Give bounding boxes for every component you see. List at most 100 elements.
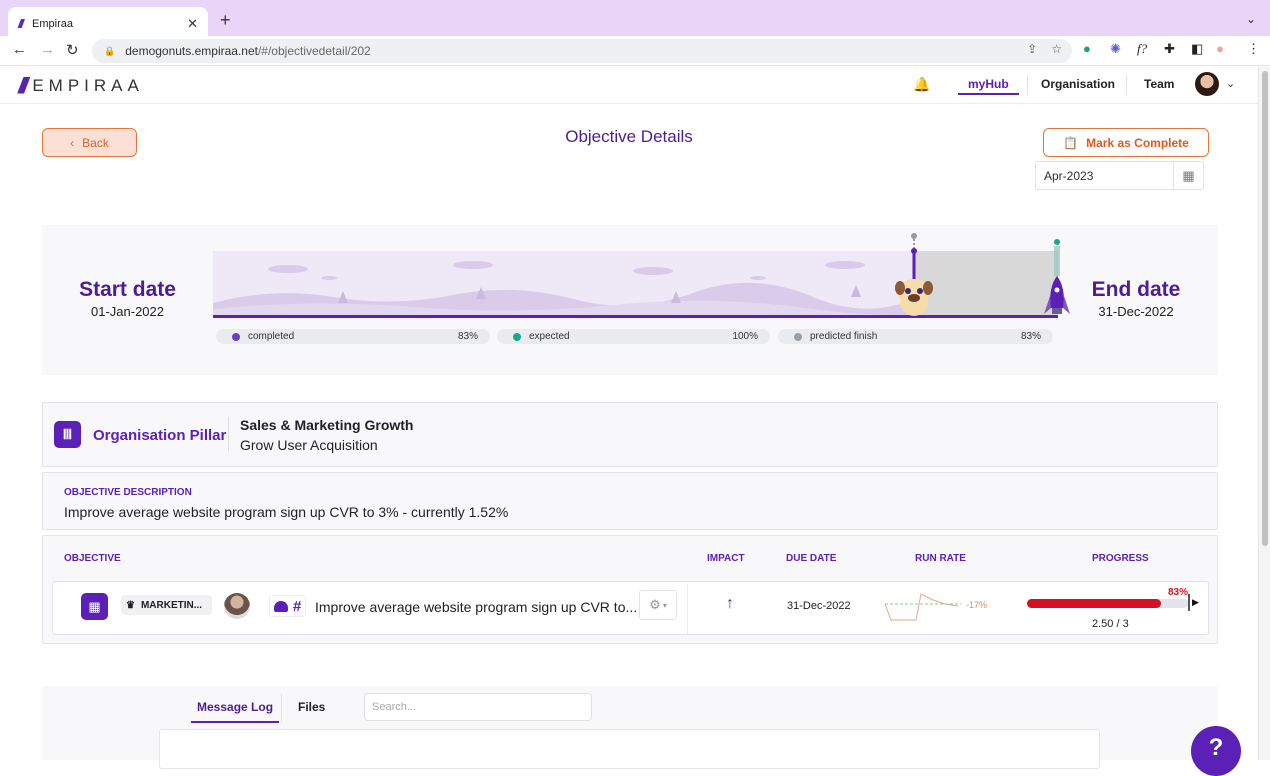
- nav-team[interactable]: Team: [1144, 77, 1174, 91]
- empiraa-logo[interactable]: /// EMPIRAA: [18, 73, 144, 99]
- run-rate-value: -17%: [966, 600, 988, 610]
- reload-icon[interactable]: ↻: [66, 41, 79, 59]
- period-value[interactable]: Apr-2023: [1036, 169, 1173, 183]
- predicted-dot-icon: [794, 332, 802, 341]
- table-row[interactable]: ▦ ♛ MARKETIN... # Improve average websit…: [52, 581, 1209, 635]
- team-name: MARKETIN...: [140, 599, 203, 611]
- nav-divider: [1027, 75, 1028, 95]
- close-tab-icon[interactable]: ✕: [187, 16, 198, 32]
- objective-type-badge: #: [269, 595, 307, 617]
- organisation-pillar-card: Ⅲ Organisation Pillar Sales & Marketing …: [42, 402, 1218, 467]
- gauge-icon: [274, 600, 288, 612]
- tab-message-log[interactable]: Message Log: [191, 700, 280, 723]
- nav-organisation[interactable]: Organisation: [1041, 77, 1115, 91]
- legend-label: completed: [248, 331, 295, 342]
- header-progress: PROGRESS: [1092, 553, 1149, 564]
- header-run-rate: RUN RATE: [915, 553, 966, 564]
- description-text: Improve average website program sign up …: [64, 504, 509, 520]
- message-log-box: [159, 729, 1100, 769]
- browser-toolbar: ← → ↻ 🔒 demogonuts.empiraa.net/#/objecti…: [0, 36, 1270, 66]
- new-tab-icon[interactable]: +: [220, 10, 231, 31]
- team-chip[interactable]: ♛ MARKETIN...: [121, 595, 213, 615]
- legend-expected: expected 100%: [497, 329, 770, 344]
- logo-mark-icon: ///: [18, 73, 29, 98]
- user-avatar[interactable]: [1195, 72, 1219, 96]
- side-panel-icon[interactable]: ◧: [1191, 41, 1203, 57]
- timeline-remaining-region: [914, 251, 1058, 317]
- objective-description-card: OBJECTIVE DESCRIPTION Improve average we…: [42, 472, 1218, 530]
- browser-menu-icon[interactable]: ⋮: [1247, 41, 1260, 57]
- period-picker[interactable]: Apr-2023 ▦: [1035, 161, 1204, 190]
- completed-dot-icon: [232, 332, 240, 341]
- progress-target-marker: [1188, 594, 1190, 611]
- due-date: 31-Dec-2022: [787, 600, 851, 612]
- sparkline-actual-line: [884, 593, 959, 621]
- back-arrow-icon[interactable]: ←: [12, 41, 27, 58]
- nav-divider: [1126, 75, 1127, 95]
- bookmark-star-icon[interactable]: ☆: [1051, 42, 1062, 56]
- settings-dropdown-button[interactable]: ⚙ ▾: [639, 590, 677, 620]
- lock-icon: 🔒: [104, 45, 116, 56]
- user-menu-chevron-icon[interactable]: ⌄: [1226, 77, 1235, 90]
- clipboard-check-icon: 📋: [1063, 135, 1079, 150]
- legend-value: 100%: [732, 331, 758, 342]
- gear-icon: ⚙: [649, 597, 661, 612]
- objectives-table: OBJECTIVE IMPACT DUE DATE RUN RATE PROGR…: [42, 535, 1218, 644]
- end-date-value: 31-Dec-2022: [1098, 304, 1174, 319]
- legend-label: expected: [529, 331, 570, 342]
- expected-dot-icon: [513, 332, 521, 341]
- legend-label: predicted finish: [810, 331, 878, 342]
- tab-search-chevron-icon[interactable]: ⌄: [1246, 12, 1256, 26]
- crown-icon: ♛: [126, 599, 135, 611]
- help-button[interactable]: ?: [1191, 726, 1241, 776]
- mark-complete-button[interactable]: 📋 Mark as Complete: [1043, 128, 1209, 157]
- progress-bar-fill: [1027, 599, 1162, 608]
- impact-up-arrow-icon: ↑: [726, 595, 734, 612]
- share-icon[interactable]: ⇪: [1027, 42, 1037, 56]
- expand-caret-right-icon[interactable]: ▶: [1192, 597, 1199, 608]
- pug-mascot-icon: [895, 233, 934, 316]
- formula-extension-icon[interactable]: f?: [1137, 41, 1147, 57]
- profile-avatar-icon[interactable]: ●: [1216, 41, 1224, 56]
- description-label: OBJECTIVE DESCRIPTION: [64, 487, 192, 498]
- objective-title[interactable]: Improve average website program sign up …: [315, 599, 637, 615]
- sun-extension-icon[interactable]: ✺: [1110, 41, 1121, 57]
- pillar-title: Sales & Marketing Growth: [240, 417, 414, 433]
- owner-avatar[interactable]: [224, 593, 250, 619]
- tab-files[interactable]: Files: [298, 700, 325, 714]
- url-host: demogonuts.empiraa.net: [125, 44, 258, 58]
- start-date-label: Start date: [79, 278, 176, 301]
- pillar-label: Organisation Pillar: [93, 427, 227, 444]
- pillar-divider: [228, 417, 229, 451]
- grammarly-extension-icon[interactable]: ●: [1083, 41, 1091, 56]
- legend-predicted-finish: predicted finish 83%: [778, 329, 1053, 344]
- browser-tabstrip: /// Empiraa ✕ + ⌄: [0, 0, 1270, 40]
- calendar-icon[interactable]: ▦: [1173, 162, 1203, 189]
- start-date-value: 01-Jan-2022: [91, 304, 164, 319]
- header-due-date: DUE DATE: [786, 553, 837, 564]
- pillar-subtitle: Grow User Acquisition: [240, 437, 378, 453]
- legend-value: 83%: [1020, 331, 1041, 342]
- header-objective: OBJECTIVE: [64, 553, 121, 564]
- url-path: /#/objectivedetail/202: [257, 44, 371, 58]
- end-date-label: End date: [1091, 278, 1181, 301]
- legend-value: 83%: [457, 331, 478, 342]
- caret-down-icon: ▾: [662, 600, 667, 610]
- message-search-input[interactable]: [364, 693, 592, 721]
- app-header: /// EMPIRAA 🔔 myHub Organisation Team ⌄: [0, 67, 1258, 104]
- scrollbar-thumb[interactable]: [1262, 71, 1268, 546]
- nav-myhub[interactable]: myHub: [958, 77, 1019, 95]
- tab-title: Empiraa: [32, 17, 73, 30]
- progress-percent: 83%: [1168, 587, 1189, 598]
- run-rate-sparkline: [884, 593, 961, 621]
- progress-value: 2.50 / 3: [1092, 618, 1129, 630]
- building-icon: ▦: [81, 593, 108, 620]
- forward-arrow-icon[interactable]: →: [40, 41, 55, 58]
- legend-completed: completed 83%: [216, 329, 490, 344]
- notification-bell-icon[interactable]: 🔔: [913, 76, 930, 93]
- extensions-puzzle-icon[interactable]: ✚: [1164, 41, 1175, 57]
- empiraa-favicon-icon: ///: [18, 16, 24, 31]
- address-bar[interactable]: 🔒 demogonuts.empiraa.net/#/objectivedeta…: [92, 39, 1072, 63]
- page-scrollbar[interactable]: [1258, 67, 1270, 760]
- brand-name: EMPIRAA: [32, 76, 144, 95]
